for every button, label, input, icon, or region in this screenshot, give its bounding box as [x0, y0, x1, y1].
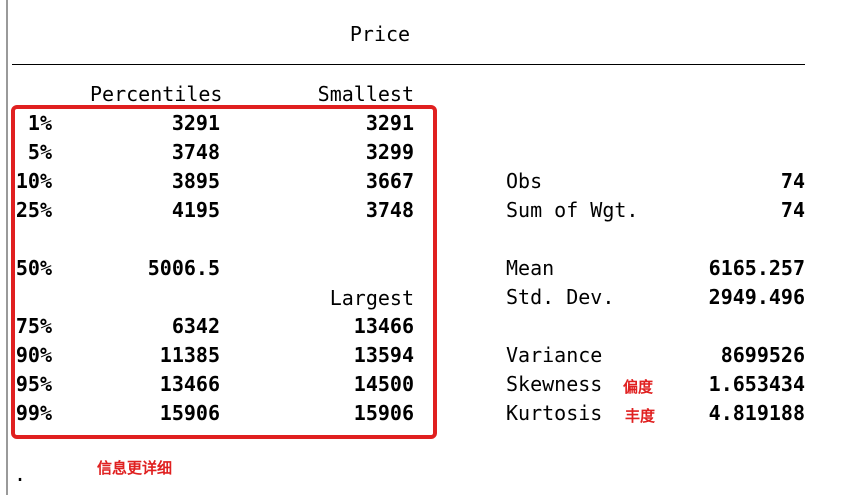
stat-label: Std. Dev. — [506, 285, 615, 309]
percentiles-header: Percentiles — [90, 82, 223, 106]
stat-label: Obs — [506, 169, 543, 193]
stat-value: 4.819188 — [708, 401, 805, 425]
smallest-header: Smallest — [317, 82, 414, 106]
stat-label: Sum of Wgt. — [506, 198, 639, 222]
stat-value: 2949.496 — [708, 285, 805, 309]
stat-value: 74 — [780, 169, 805, 193]
stat-label: Mean — [506, 256, 555, 280]
stat-value: 74 — [780, 198, 805, 222]
stat-value: 1.653434 — [708, 372, 805, 396]
stat-label: Skewness — [506, 372, 603, 396]
title-rule — [12, 64, 805, 65]
percentile-highlight-box — [11, 105, 437, 439]
kurtosis-annotation: 丰度 — [625, 407, 656, 425]
stat-value: 6165.257 — [708, 256, 805, 280]
stat-label: Kurtosis — [506, 401, 603, 425]
detail-annotation: 信息更详细 — [97, 459, 173, 477]
stat-label: Variance — [506, 343, 603, 367]
variable-title: Price — [349, 22, 411, 46]
command-prompt: . — [14, 462, 27, 486]
stat-value: 8699526 — [720, 343, 805, 367]
skewness-annotation: 偏度 — [623, 378, 654, 396]
